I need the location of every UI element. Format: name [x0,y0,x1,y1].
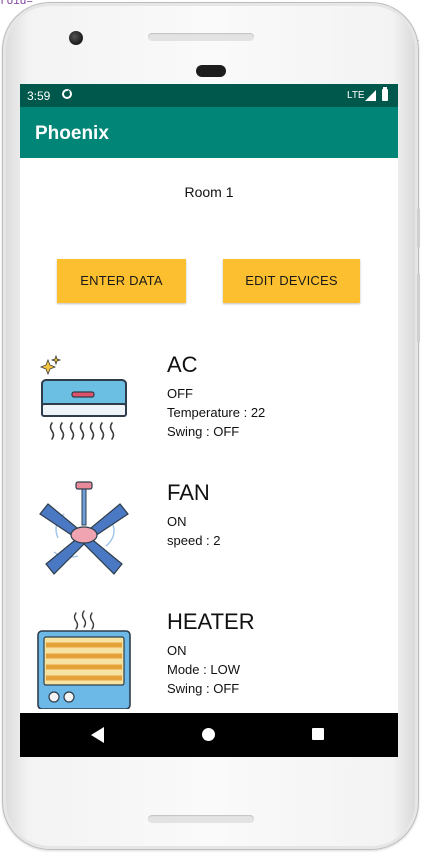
home-icon[interactable] [202,728,215,741]
room-title: Room 1 [184,184,234,200]
device-card-heater[interactable]: HEATER ON Mode : LOW Swing : OFF [20,609,398,729]
device-name: AC [167,352,198,377]
enter-data-button[interactable]: ENTER DATA [57,259,186,303]
edit-devices-button[interactable]: EDIT DEVICES [223,259,360,303]
navigation-bar [20,713,398,757]
proximity-sensor [196,65,226,77]
device-detail: Temperature : 22 [167,405,266,420]
back-icon[interactable] [91,727,104,743]
device-state: ON [167,514,187,529]
device-name: HEATER [167,609,255,634]
device-state: OFF [167,386,193,401]
heater-icon [37,610,131,709]
app-title: Phoenix [35,123,109,144]
air-conditioner-icon [39,354,127,440]
recent-apps-icon[interactable] [312,728,324,740]
device-detail: Swing : OFF [167,424,240,439]
signal-icon [365,90,376,101]
status-bar: 3:59 LTE [20,84,398,107]
status-time: 3:59 [27,89,51,103]
network-type-label: LTE [347,90,365,101]
sync-icon [62,89,72,99]
device-state: ON [167,643,187,658]
phone-side-button [417,273,420,343]
phone-screen: 3:59 LTE Phoenix Room 1 ENTER DATA EDIT … [20,84,398,757]
phone-side-button [417,208,420,248]
device-detail: Mode : LOW [167,662,240,677]
device-detail: Swing : OFF [167,681,240,696]
battery-icon [382,87,388,101]
main-content: Room 1 ENTER DATA EDIT DEVICES AC OFF Te… [20,158,398,713]
ceiling-fan-icon [39,481,129,575]
earpiece-speaker [148,33,254,41]
app-bar: Phoenix [20,107,398,158]
device-name: FAN [167,480,210,505]
device-detail: speed : 2 [167,533,221,548]
device-card-ac[interactable]: AC OFF Temperature : 22 Swing : OFF [20,352,398,472]
front-camera [69,31,83,45]
device-card-fan[interactable]: FAN ON speed : 2 [20,480,398,600]
bottom-speaker [148,815,254,823]
